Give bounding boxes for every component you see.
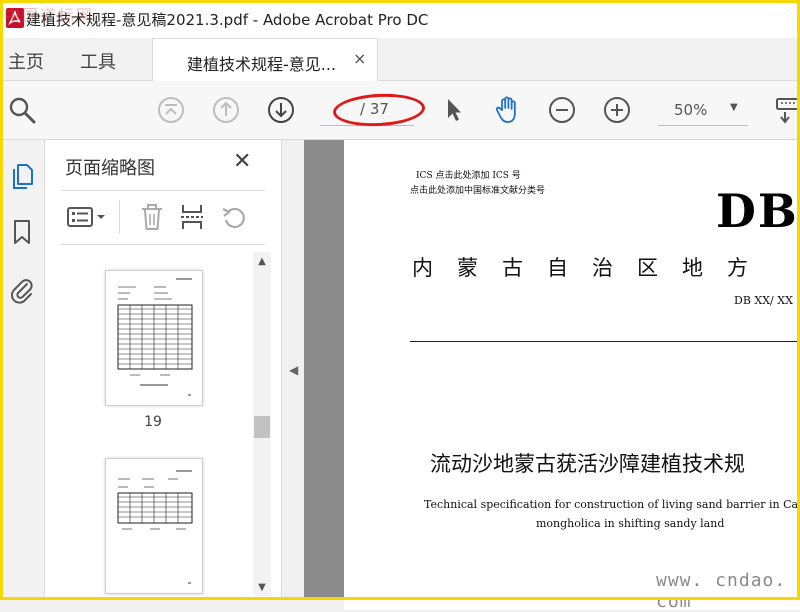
list-options-icon [67, 207, 105, 227]
site-watermark: www. cndao. com [656, 570, 787, 612]
region-heading: 内蒙古自治区地方 [412, 256, 772, 280]
next-page-button[interactable] [265, 94, 297, 126]
thumbnail-page-number: 19 [144, 414, 162, 430]
chinese-title: 流动沙地蒙古莸活沙障建植技术规 [430, 452, 745, 476]
divider [61, 190, 265, 191]
close-tab-button[interactable]: × [353, 49, 366, 68]
cursor-arrow-icon [448, 99, 461, 121]
thumbnail-preview [117, 278, 193, 396]
search-button[interactable] [6, 94, 38, 126]
panel-collapse-strip[interactable]: ◀ [282, 140, 305, 600]
classification-line: 点击此处添加中国标准文献分类号 [410, 186, 546, 196]
insert-page-button[interactable] [177, 200, 207, 234]
arrow-up-icon [213, 97, 239, 123]
hand-icon [495, 96, 516, 123]
tab-document[interactable]: 建植技术规程-意见... × [152, 38, 378, 81]
document-tab-label: 建植技术规程-意见... [187, 55, 337, 74]
rotate-page-button[interactable] [219, 200, 249, 234]
first-page-icon [158, 97, 184, 123]
zoom-value: 50% [674, 101, 708, 119]
trash-icon [142, 204, 162, 230]
standard-number: DB XX/ XX [734, 294, 793, 307]
title-bar: 中国道标网 建植技术规程-意见稿2021.3.pdf - Adobe Acrob… [0, 0, 800, 39]
zoom-out-icon [549, 97, 575, 123]
divider [119, 200, 120, 234]
english-title-line-2: mongholica in shifting sandy land [536, 517, 725, 530]
options-menu-button[interactable] [65, 200, 109, 234]
delete-page-button[interactable] [137, 200, 167, 234]
pages-icon [13, 164, 33, 189]
pdf-page: ICS 点击此处添加 ICS 号 点击此处添加中国标准文献分类号 DB 内蒙古自… [344, 140, 800, 610]
paperclip-icon [11, 279, 33, 304]
search-icon [9, 97, 36, 124]
panel-title: 页面缩略图 [65, 158, 155, 179]
scroll-down-arrow-icon[interactable]: ▼ [253, 578, 271, 596]
window-title: 建植技术规程-意见稿2021.3.pdf - Adobe Acrobat Pro… [26, 11, 429, 29]
first-page-button[interactable] [155, 94, 187, 126]
document-viewport[interactable]: ICS 点击此处添加 ICS 号 点击此处添加中国标准文献分类号 DB 内蒙古自… [304, 140, 800, 610]
zoom-out-button[interactable] [546, 94, 578, 126]
divider [410, 341, 800, 342]
zoom-in-icon [604, 97, 630, 123]
bookmarks-button[interactable] [6, 216, 38, 248]
page-thumbnails-button[interactable] [6, 160, 38, 192]
left-tool-rail [0, 140, 45, 600]
insert-page-icon [181, 205, 203, 229]
chevron-down-icon: ▼ [730, 102, 738, 113]
tab-row: 主页 工具 建植技术规程-意见... × [0, 38, 800, 81]
thumbnail-preview [117, 470, 193, 584]
db-mark: DB [716, 184, 799, 238]
attachments-button[interactable] [6, 274, 38, 306]
bookmark-icon [14, 220, 30, 244]
zoom-in-button[interactable] [601, 94, 633, 126]
keyboard-tool-button[interactable] [770, 94, 800, 126]
page-thumbnail[interactable] [105, 458, 203, 594]
tab-tools[interactable]: 工具 [80, 48, 116, 74]
rotate-icon [222, 207, 245, 229]
collapse-left-icon: ◀ [289, 363, 299, 377]
arrow-down-icon [268, 97, 294, 123]
panel-toolbar [61, 198, 271, 238]
thumbnails-panel: 页面缩略图 ✕ 19 ▲ ▼ [45, 140, 282, 600]
hand-tool-button[interactable] [492, 94, 524, 126]
tab-home[interactable]: 主页 [8, 48, 44, 74]
page-thumbnail[interactable] [105, 270, 203, 406]
zoom-select[interactable]: 50% ▼ [658, 95, 748, 126]
english-title-line-1: Technical specification for construction… [424, 498, 800, 511]
select-tool-button[interactable] [438, 94, 470, 126]
divider [61, 244, 265, 245]
scrollbar-thumb[interactable] [254, 416, 270, 438]
ics-line: ICS 点击此处添加 ICS 号 [416, 171, 521, 181]
scroll-up-arrow-icon[interactable]: ▲ [253, 252, 271, 270]
close-panel-button[interactable]: ✕ [233, 149, 251, 174]
keyboard-icon [776, 98, 800, 124]
thumbnail-scrollbar[interactable]: ▲ ▼ [253, 252, 271, 596]
previous-page-button[interactable] [210, 94, 242, 126]
